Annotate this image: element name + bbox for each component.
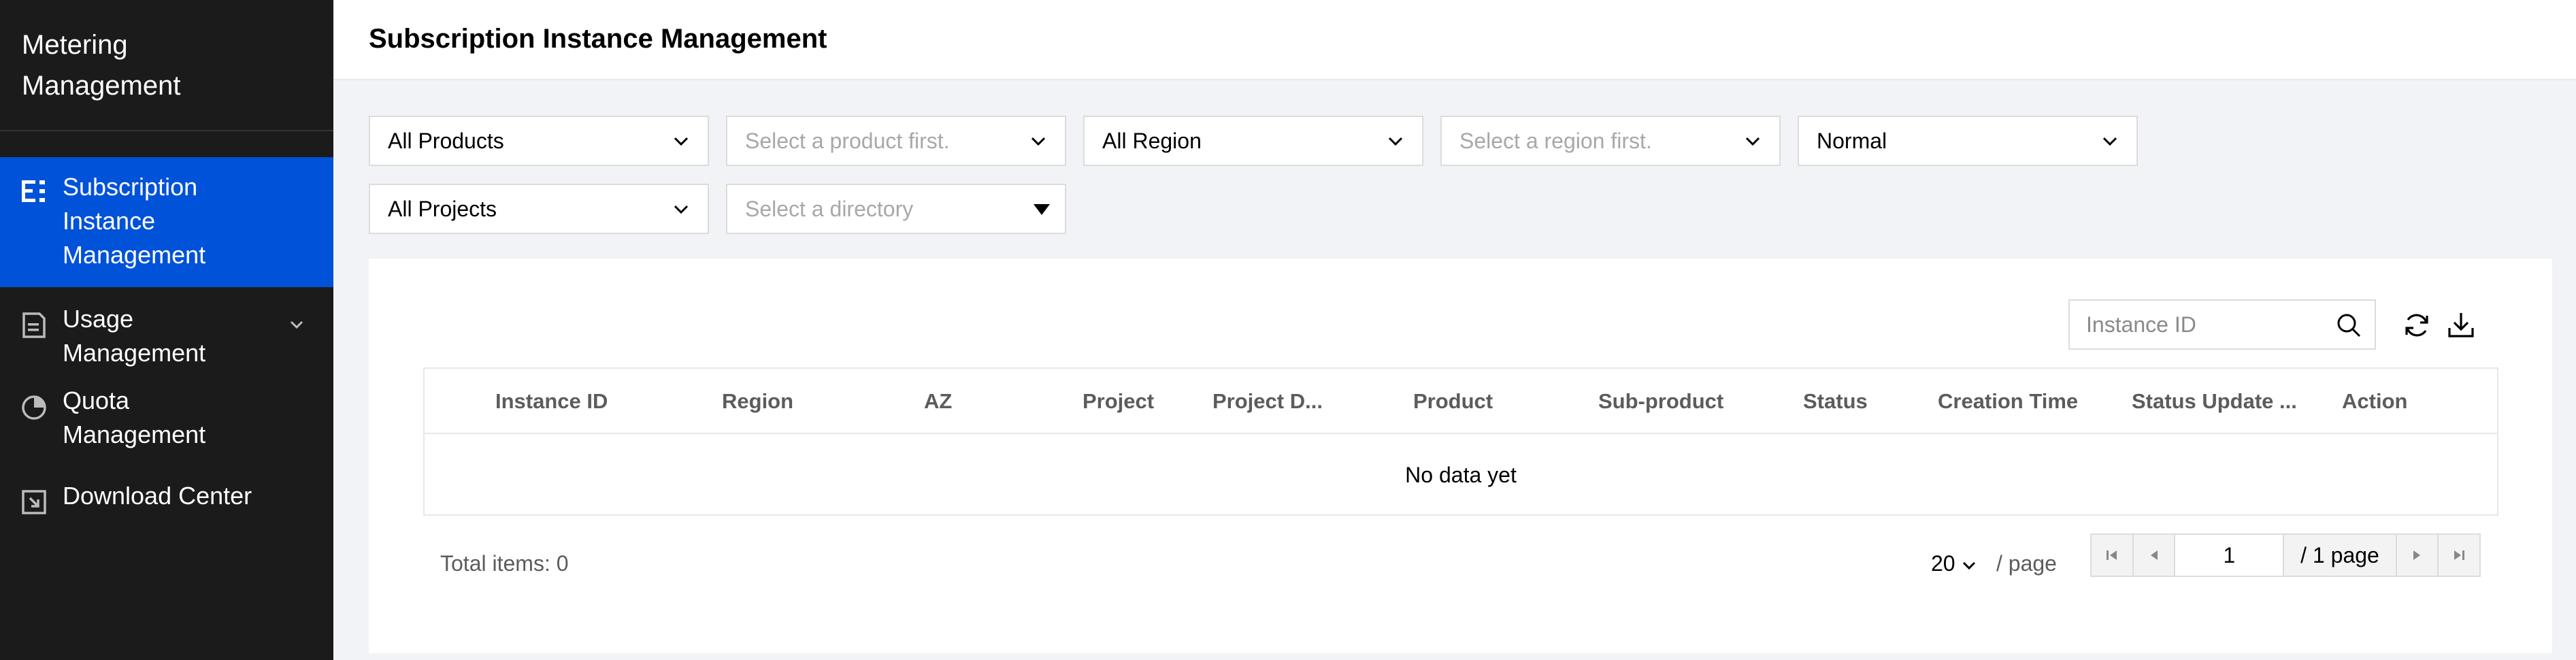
az-select[interactable]: Select a region first. xyxy=(1440,116,1781,166)
page-size-select[interactable]: 20 xyxy=(1931,543,1977,584)
column-header-sub-product[interactable]: Sub-product xyxy=(1598,369,1723,434)
table-header: Instance ID Region AZ Project Project D.… xyxy=(425,369,2497,434)
last-page-button[interactable] xyxy=(2437,535,2479,576)
previous-page-button[interactable] xyxy=(2133,535,2176,576)
chevron-down-icon xyxy=(1031,137,1046,146)
list-icon xyxy=(20,178,48,205)
chevron-down-icon xyxy=(674,137,689,146)
directory-select-placeholder: Select a directory xyxy=(745,197,914,221)
sidebar-item-label: Subscription xyxy=(63,173,198,201)
product-select-value: All Products xyxy=(388,129,504,153)
instance-id-search-input[interactable] xyxy=(2070,301,2315,348)
sidebar-item-download-center[interactable]: Download Center xyxy=(0,479,333,527)
download-box-icon xyxy=(20,489,48,516)
status-select-value: Normal xyxy=(1817,129,1887,153)
instance-table: Instance ID Region AZ Project Project D.… xyxy=(423,367,2498,516)
sub-product-select-placeholder: Select a product first. xyxy=(745,129,950,153)
sub-product-select[interactable]: Select a product first. xyxy=(726,116,1066,166)
refresh-icon[interactable] xyxy=(2402,310,2432,340)
status-select[interactable]: Normal xyxy=(1798,116,2138,166)
az-select-placeholder: Select a region first. xyxy=(1459,129,1652,153)
page-size-value: 20 xyxy=(1931,551,1955,576)
sidebar-item-label: Management xyxy=(63,241,206,269)
sidebar-nav: Subscription Instance Management Usage M… xyxy=(0,157,333,527)
directory-select[interactable]: Select a directory xyxy=(726,184,1066,234)
first-page-button[interactable] xyxy=(2092,535,2134,576)
column-header-status-update-time[interactable]: Status Update ... xyxy=(2132,369,2297,434)
sidebar-item-label: Download Center xyxy=(63,482,252,510)
next-page-button[interactable] xyxy=(2395,535,2438,576)
column-header-instance-id[interactable]: Instance ID xyxy=(495,369,608,434)
region-select[interactable]: All Region xyxy=(1083,116,1423,166)
instance-table-card: Instance ID Region AZ Project Project D.… xyxy=(369,259,2552,653)
column-header-az[interactable]: AZ xyxy=(924,369,952,434)
sidebar-item-label: Usage xyxy=(63,305,134,333)
sidebar-item-label: Instance xyxy=(63,207,156,235)
sidebar-item-label: Management xyxy=(63,339,206,367)
first-page-icon xyxy=(2106,550,2117,560)
caret-down-icon xyxy=(1034,204,1050,215)
document-icon xyxy=(20,312,48,339)
total-items-label: Total items: 0 xyxy=(440,551,569,576)
sidebar-item-subscription-instance-management[interactable]: Subscription Instance Management xyxy=(0,157,333,287)
region-select-value: All Region xyxy=(1102,129,1202,153)
last-page-icon xyxy=(2454,550,2465,560)
page-header: Subscription Instance Management xyxy=(333,0,2576,80)
column-header-project[interactable]: Project xyxy=(1083,369,1154,434)
search-icon[interactable] xyxy=(2335,312,2362,339)
project-select-value: All Projects xyxy=(388,197,497,221)
page-size-suffix: / page xyxy=(1996,551,2057,576)
instance-search xyxy=(2068,299,2376,350)
brand-line-1: Metering xyxy=(22,30,128,60)
brand-line-2: Management xyxy=(22,71,181,101)
chevron-down-icon xyxy=(1963,561,1976,570)
brand-title: Metering Management xyxy=(0,0,333,131)
column-header-region[interactable]: Region xyxy=(722,369,793,434)
column-header-product[interactable]: Product xyxy=(1413,369,1493,434)
project-select[interactable]: All Projects xyxy=(369,184,709,234)
column-header-action: Action xyxy=(2342,389,2408,413)
column-header-status[interactable]: Status xyxy=(1803,369,1868,434)
sidebar-item-label: Management xyxy=(63,420,206,448)
current-page-input[interactable] xyxy=(2175,535,2285,576)
chevron-down-icon xyxy=(1388,137,1403,146)
chevron-down-icon xyxy=(674,205,689,214)
chevron-down-icon[interactable] xyxy=(287,309,306,343)
sidebar-item-label: Quota xyxy=(63,386,130,414)
sidebar-item-quota-management[interactable]: Quota Management xyxy=(0,384,333,479)
chevron-down-icon xyxy=(2102,137,2117,146)
column-header-project-directory[interactable]: Project D... xyxy=(1212,369,1323,434)
sidebar: Metering Management Subscription Instanc… xyxy=(0,0,333,660)
sidebar-item-usage-management[interactable]: Usage Management xyxy=(0,302,333,384)
product-select[interactable]: All Products xyxy=(369,116,709,166)
chevron-down-icon xyxy=(1745,137,1760,146)
next-page-icon xyxy=(2413,550,2421,560)
column-header-creation-time[interactable]: Creation Time xyxy=(1938,369,2078,434)
empty-state-text: No data yet xyxy=(1405,463,1517,487)
page-title: Subscription Instance Management xyxy=(369,24,827,54)
pagination: / 1 page xyxy=(2090,533,2481,577)
pie-chart-icon xyxy=(20,393,48,420)
total-pages-label: / 1 page xyxy=(2284,535,2396,576)
previous-page-icon xyxy=(2150,550,2158,560)
download-icon[interactable] xyxy=(2446,310,2476,340)
